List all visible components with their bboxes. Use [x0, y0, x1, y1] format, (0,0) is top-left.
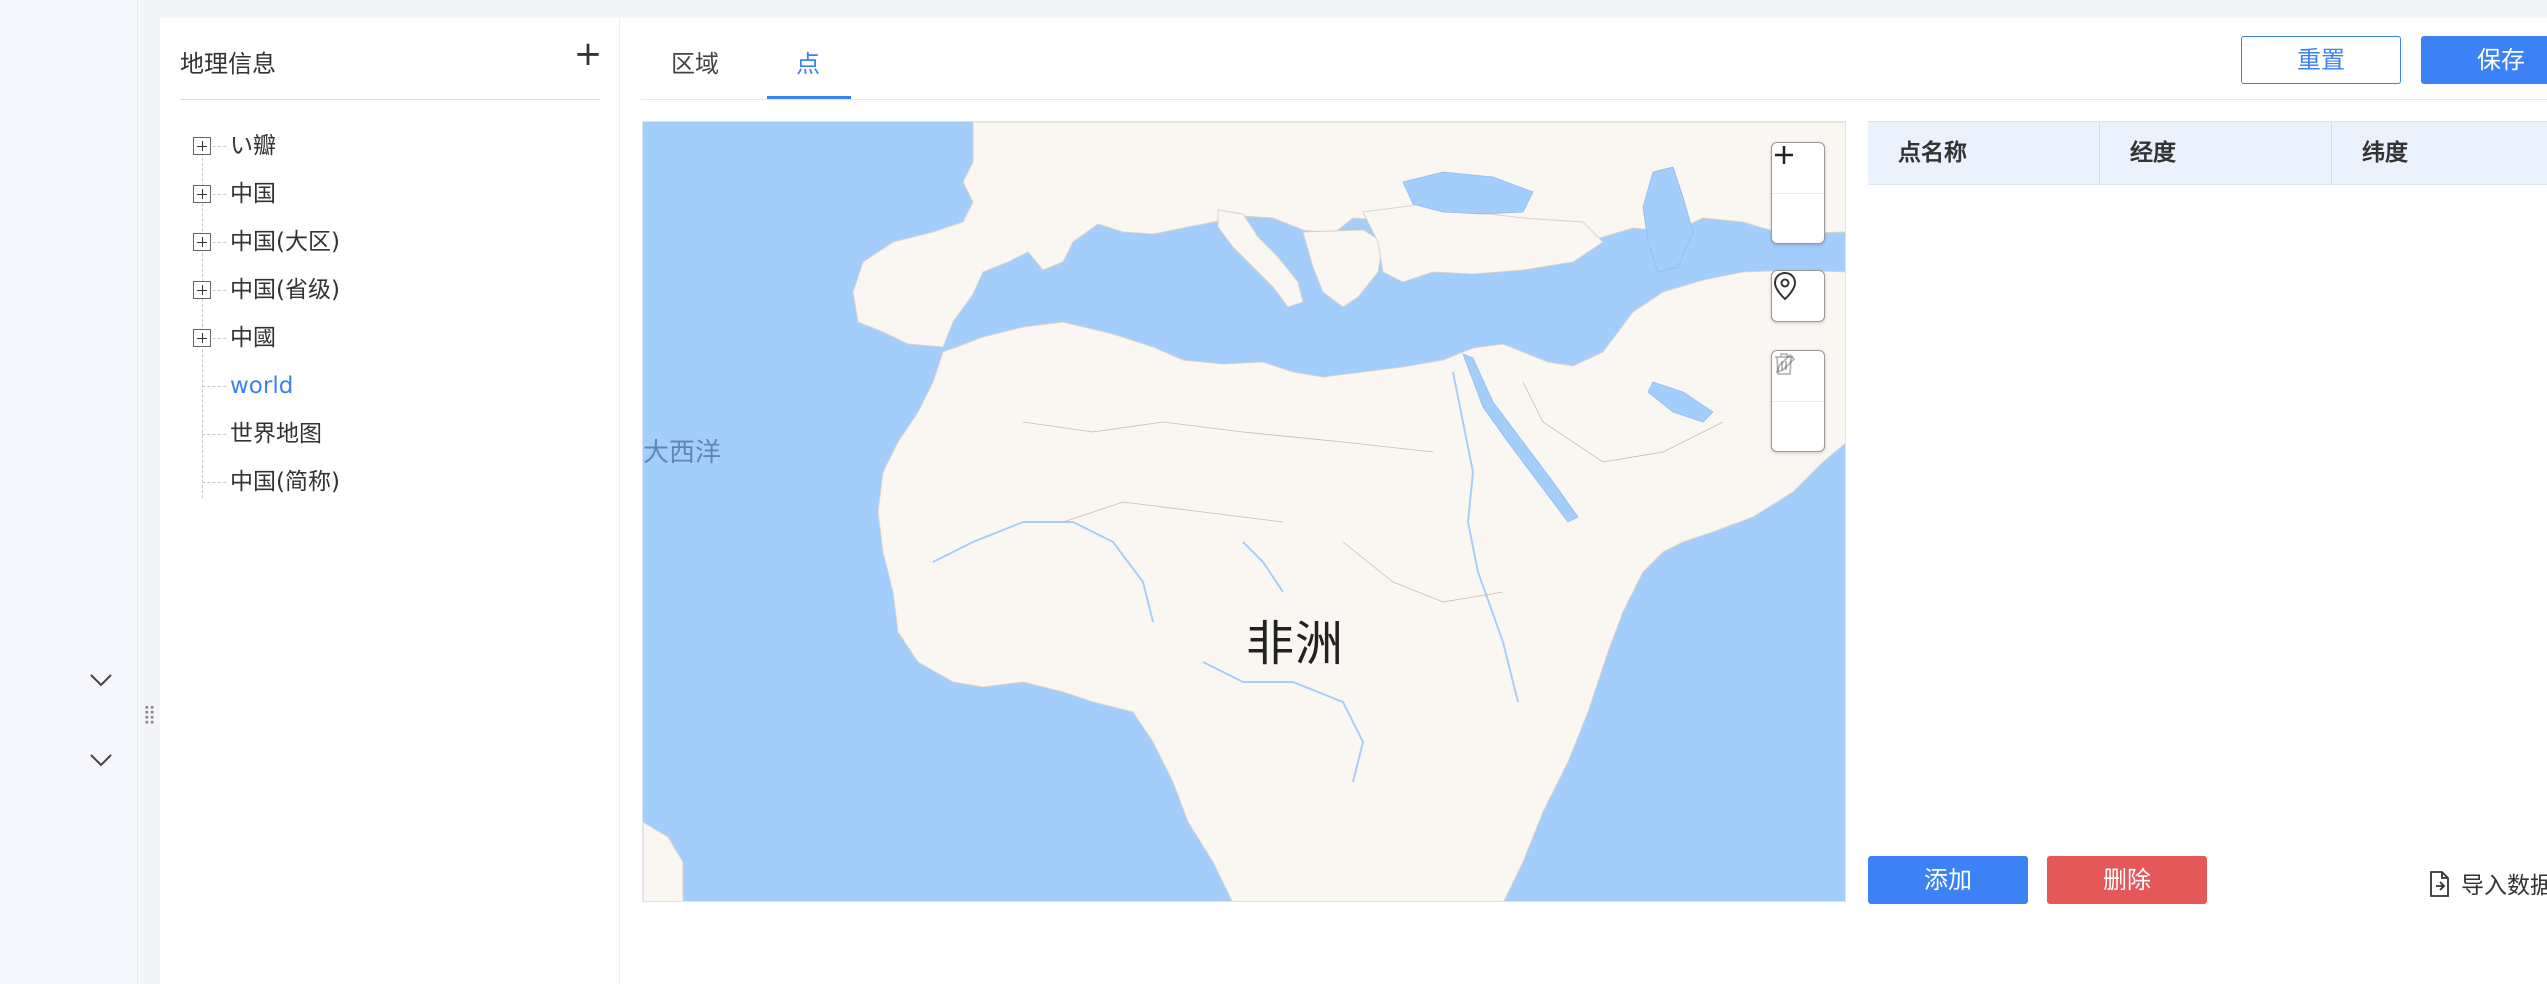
- tree-node-selected[interactable]: world: [180, 362, 600, 410]
- tree-node[interactable]: 中国(省级): [180, 266, 600, 314]
- import-data-button[interactable]: 导入数据: [2427, 866, 2547, 900]
- column-header-latitude[interactable]: 纬度: [2332, 122, 2547, 184]
- column-header-longitude[interactable]: 经度: [2100, 122, 2332, 184]
- tree-node[interactable]: 中國: [180, 314, 600, 362]
- tree-connector: [202, 434, 226, 435]
- tree-title: 地理信息: [180, 50, 276, 78]
- tree-node-label: 中国(大区): [230, 229, 340, 255]
- trash-icon: [1775, 353, 1793, 375]
- panel-resize-handle[interactable]: ⣿: [143, 700, 156, 730]
- map-pin-icon: [1773, 271, 1797, 301]
- tree-node-label: 中國: [230, 325, 276, 351]
- save-button[interactable]: 保存: [2421, 36, 2547, 84]
- map-edit-control: [1771, 350, 1825, 452]
- locate-point-button[interactable]: [1772, 271, 1824, 321]
- column-header-point-name[interactable]: 点名称: [1868, 122, 2100, 184]
- delete-point-button[interactable]: 删除: [2047, 856, 2207, 904]
- left-nav-rail: [0, 0, 138, 984]
- chevron-down-icon[interactable]: [86, 665, 116, 695]
- chevron-down-icon[interactable]: [86, 745, 116, 775]
- tree-connector: [202, 482, 226, 483]
- map-label-ocean: 大西洋: [643, 438, 722, 468]
- tree-node-label: 中国: [230, 181, 276, 207]
- expand-plus-icon[interactable]: [193, 281, 211, 299]
- expand-plus-icon[interactable]: [193, 329, 211, 347]
- tree-node-label: 世界地图: [230, 421, 322, 447]
- expand-plus-icon[interactable]: [193, 185, 211, 203]
- geo-panel: 地理信息 + い瓣 中国 中国(大区) 中国(省级) 中國 world 世界地图…: [160, 18, 2547, 984]
- zoom-out-button[interactable]: [1772, 154, 1824, 243]
- main-area: 区域 点 重置 保存 大西洋 非洲 点名称 经度 纬度 添加 删除 导入数据: [621, 18, 2547, 984]
- minus-icon: [1776, 154, 1792, 156]
- map-marker-control: [1771, 270, 1825, 322]
- map-canvas: [643, 122, 1845, 901]
- tree-connector: [202, 386, 226, 387]
- map-view[interactable]: 大西洋 非洲: [642, 121, 1846, 902]
- tree-node[interactable]: い瓣: [180, 122, 600, 170]
- tree-node-label: 中国(省级): [230, 277, 340, 303]
- add-geo-button[interactable]: +: [570, 36, 606, 72]
- tree-node[interactable]: 世界地图: [180, 410, 600, 458]
- expand-plus-icon[interactable]: [193, 233, 211, 251]
- points-table-header: 点名称 经度 纬度: [1868, 121, 2547, 185]
- tab-region[interactable]: 区域: [671, 44, 719, 79]
- divider: [180, 99, 600, 100]
- import-data-label: 导入数据: [2461, 873, 2547, 899]
- tree-node[interactable]: 中国(大区): [180, 218, 600, 266]
- tree-node-label: い瓣: [230, 133, 276, 159]
- tree-node-label: world: [230, 373, 294, 399]
- map-label-continent: 非洲: [1246, 616, 1345, 672]
- tree-node-label: 中国(简称): [230, 469, 340, 495]
- map-zoom-control: [1771, 142, 1825, 244]
- file-import-icon: [2430, 871, 2449, 897]
- tree-node[interactable]: 中国(简称): [180, 458, 600, 506]
- tree-node[interactable]: 中国: [180, 170, 600, 218]
- tab-bar: 区域 点 重置 保存: [641, 18, 2547, 100]
- add-point-button[interactable]: 添加: [1868, 856, 2028, 904]
- reset-button[interactable]: 重置: [2241, 36, 2401, 84]
- geo-tree: い瓣 中国 中国(大区) 中国(省级) 中國 world 世界地图 中国(简称): [180, 122, 600, 506]
- tab-point[interactable]: 点: [796, 44, 820, 79]
- delete-shape-button[interactable]: [1772, 353, 1824, 451]
- expand-plus-icon[interactable]: [193, 137, 211, 155]
- active-tab-indicator: [767, 96, 851, 99]
- geo-tree-panel: 地理信息 + い瓣 中国 中国(大区) 中国(省级) 中國 world 世界地图…: [160, 18, 620, 984]
